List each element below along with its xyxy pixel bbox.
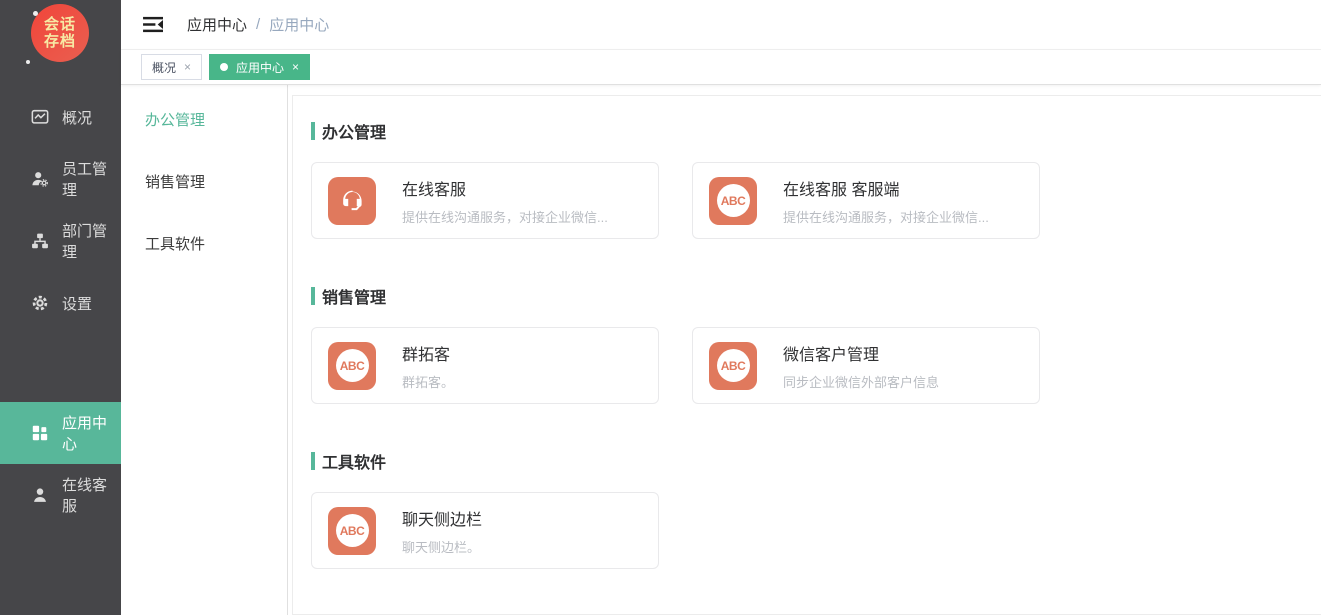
abc-badge: ABC — [717, 184, 750, 217]
employee-icon — [31, 170, 49, 188]
sidebar-item-label: 应用中心 — [62, 412, 121, 454]
abc-app-icon: ABC — [709, 177, 757, 225]
card-row: ABC 群拓客 群拓客。 ABC — [311, 327, 1321, 404]
app-description: 同步企业微信外部客户信息 — [783, 372, 939, 391]
app-card-group-marketing[interactable]: ABC 群拓客 群拓客。 — [311, 327, 659, 404]
card-text: 群拓客 群拓客。 — [402, 341, 466, 391]
submenu-item-tools[interactable]: 工具软件 — [121, 214, 287, 276]
app-title: 群拓客 — [402, 341, 454, 365]
main-panel-wrap: 办公管理 在线客服 提供在线沟通服务，对接企业微信... — [288, 85, 1321, 615]
tab-overview[interactable]: 概况 × — [141, 54, 202, 80]
main-column: 应用中心 / 应用中心 概况 × 应用中心 × 办公管理 销售管理 工具软件 — [121, 0, 1321, 615]
abc-badge: ABC — [336, 514, 369, 547]
section-accent-bar — [311, 287, 315, 305]
app-title: 聊天侧边栏 — [402, 506, 482, 530]
org-tree-icon — [31, 232, 49, 250]
card-row: 在线客服 提供在线沟通服务，对接企业微信... ABC 在线客服 客服端 — [311, 162, 1321, 239]
logo-text-line2: 存档 — [44, 33, 76, 50]
breadcrumb-level1[interactable]: 应用中心 — [187, 14, 247, 35]
section-sales: 销售管理 ABC 群拓客 群拓客。 — [311, 284, 1321, 404]
sidebar-item-online-service[interactable]: 在线客服 — [0, 464, 121, 526]
person-icon — [31, 486, 49, 504]
close-icon[interactable]: × — [184, 61, 191, 73]
section-header: 工具软件 — [311, 449, 1321, 473]
abc-app-icon: ABC — [328, 342, 376, 390]
logo-text-line1: 会话 — [44, 16, 76, 33]
breadcrumb-level2: 应用中心 — [269, 14, 329, 35]
sidebar-item-label: 概况 — [62, 107, 92, 128]
sidebar-item-settings[interactable]: 设置 — [0, 272, 121, 334]
logo-sparkle-dot — [33, 11, 38, 16]
card-text: 在线客服 提供在线沟通服务，对接企业微信... — [402, 176, 620, 226]
gear-icon — [31, 294, 49, 312]
app-card-online-service-agent[interactable]: ABC 在线客服 客服端 提供在线沟通服务，对接企业微信... — [692, 162, 1040, 239]
app-description: 聊天侧边栏。 — [402, 537, 482, 556]
section-title: 办公管理 — [322, 119, 386, 143]
sidebar-item-label: 设置 — [62, 293, 92, 314]
section-title: 销售管理 — [322, 284, 386, 308]
top-navbar: 应用中心 / 应用中心 — [121, 0, 1321, 50]
app-description: 提供在线沟通服务，对接企业微信... — [402, 207, 608, 226]
app-title: 微信客户管理 — [783, 341, 939, 365]
app-card-online-service[interactable]: 在线客服 提供在线沟通服务，对接企业微信... — [311, 162, 659, 239]
section-office: 办公管理 在线客服 提供在线沟通服务，对接企业微信... — [311, 119, 1321, 239]
sidebar-item-overview[interactable]: 概况 — [0, 86, 121, 148]
primary-sidebar: 会话 存档 概况 员工管理 部门管理 — [0, 0, 121, 615]
close-icon[interactable]: × — [292, 61, 299, 73]
content-area: 办公管理 销售管理 工具软件 办公管理 — [121, 85, 1321, 615]
card-text: 聊天侧边栏 聊天侧边栏。 — [402, 506, 494, 556]
collapse-sidebar-icon[interactable] — [142, 15, 165, 34]
app-root: 会话 存档 概况 员工管理 部门管理 — [0, 0, 1321, 615]
headset-icon — [328, 177, 376, 225]
app-logo: 会话 存档 — [0, 0, 121, 86]
tab-app-center[interactable]: 应用中心 × — [209, 54, 310, 80]
section-header: 销售管理 — [311, 284, 1321, 308]
sidebar-item-label: 部门管理 — [62, 220, 121, 262]
card-text: 微信客户管理 同步企业微信外部客户信息 — [783, 341, 951, 391]
sidebar-item-label: 在线客服 — [62, 474, 121, 516]
section-accent-bar — [311, 452, 315, 470]
logo-sparkle-dot — [26, 60, 30, 64]
app-list-panel: 办公管理 在线客服 提供在线沟通服务，对接企业微信... — [292, 95, 1321, 615]
active-dot-icon — [220, 63, 228, 71]
abc-badge: ABC — [336, 349, 369, 382]
section-accent-bar — [311, 122, 315, 140]
section-title: 工具软件 — [322, 449, 386, 473]
app-card-chat-sidebar[interactable]: ABC 聊天侧边栏 聊天侧边栏。 — [311, 492, 659, 569]
app-grid-icon — [31, 424, 49, 442]
app-title: 在线客服 客服端 — [783, 176, 989, 200]
abc-app-icon: ABC — [328, 507, 376, 555]
section-tools: 工具软件 ABC 聊天侧边栏 聊天侧边栏。 — [311, 449, 1321, 569]
abc-badge: ABC — [717, 349, 750, 382]
sidebar-item-employees[interactable]: 员工管理 — [0, 148, 121, 210]
card-text: 在线客服 客服端 提供在线沟通服务，对接企业微信... — [783, 176, 1001, 226]
tags-view-bar: 概况 × 应用中心 × — [121, 50, 1321, 85]
sidebar-item-departments[interactable]: 部门管理 — [0, 210, 121, 272]
tab-label: 应用中心 — [236, 59, 284, 76]
secondary-sidebar: 办公管理 销售管理 工具软件 — [121, 85, 288, 615]
section-header: 办公管理 — [311, 119, 1321, 143]
breadcrumb-separator: / — [256, 16, 260, 33]
app-title: 在线客服 — [402, 176, 608, 200]
abc-app-icon: ABC — [709, 342, 757, 390]
app-description: 提供在线沟通服务，对接企业微信... — [783, 207, 989, 226]
submenu-item-office[interactable]: 办公管理 — [121, 90, 287, 152]
sidebar-spacer — [0, 334, 121, 402]
app-description: 群拓客。 — [402, 372, 454, 391]
sidebar-item-app-center[interactable]: 应用中心 — [0, 402, 121, 464]
breadcrumb: 应用中心 / 应用中心 — [187, 14, 329, 35]
tab-label: 概况 — [152, 59, 176, 76]
trend-chart-icon — [31, 108, 49, 126]
sidebar-item-label: 员工管理 — [62, 158, 121, 200]
app-card-wechat-customers[interactable]: ABC 微信客户管理 同步企业微信外部客户信息 — [692, 327, 1040, 404]
card-row: ABC 聊天侧边栏 聊天侧边栏。 — [311, 492, 1321, 569]
logo-badge: 会话 存档 — [31, 4, 89, 62]
submenu-item-sales[interactable]: 销售管理 — [121, 152, 287, 214]
